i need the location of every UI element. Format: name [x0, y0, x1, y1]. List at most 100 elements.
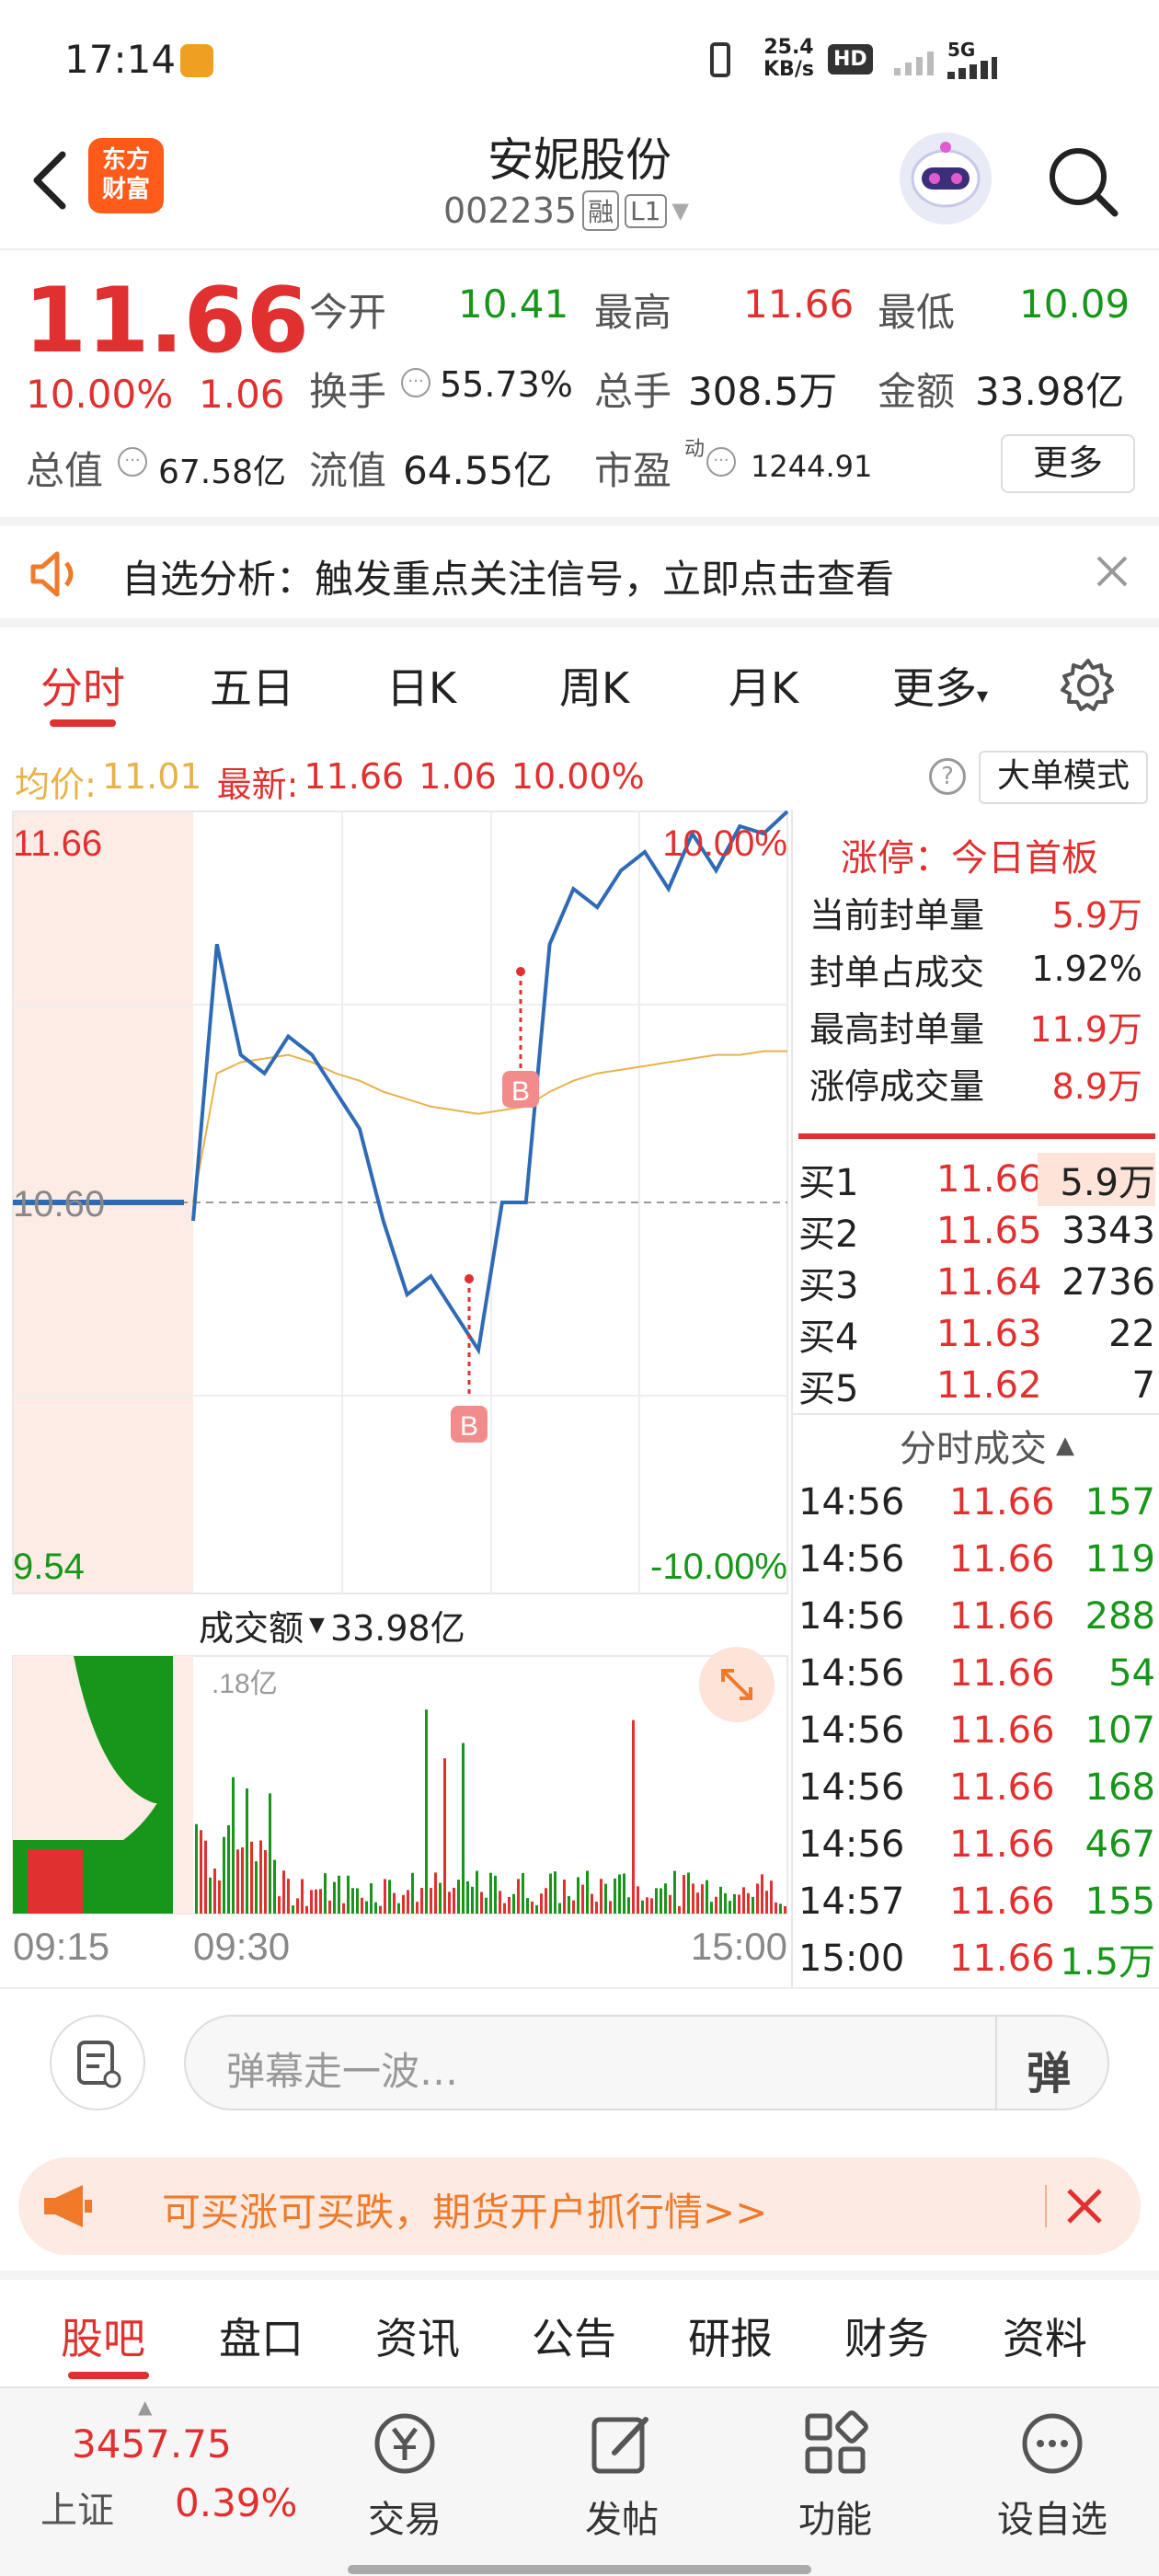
tab-research[interactable]: 研报 — [688, 2306, 773, 2366]
latest-value: 11.66 — [304, 756, 405, 797]
post-button[interactable]: 发帖 — [576, 2407, 668, 2563]
volume-bar — [273, 1859, 276, 1914]
caret-up-icon: ▲ — [1056, 1432, 1074, 1459]
tab-forum[interactable]: 股吧 — [61, 2306, 145, 2366]
help-icon[interactable]: ? — [929, 758, 966, 795]
close-icon[interactable] — [1089, 548, 1135, 594]
volume-bar — [522, 1872, 524, 1914]
low-value: 10.09 — [1019, 282, 1130, 327]
y-axis-top-label: 11.66 — [13, 823, 102, 864]
tab-intraday[interactable]: 分时 — [40, 655, 125, 716]
tab-announcements[interactable]: 公告 — [532, 2306, 616, 2366]
x-axis-start-label: 09:15 — [13, 1925, 109, 1968]
tab-news[interactable]: 资讯 — [375, 2306, 460, 2366]
chart-info-bar: 均价: 11.01 最新: 11.66 1.06 10.00% ? 大单模式 — [0, 743, 1159, 810]
big-order-mode-button[interactable]: 大单模式 — [979, 751, 1148, 804]
index-value[interactable]: 3457.75 — [72, 2421, 232, 2467]
limit-up-stats: 当前封单量 5.9万 封单占成交 1.92% 最高封单量 11.9万 涨停成交量 8.9… — [800, 883, 1152, 1111]
market-cap-value: 67.58亿 — [158, 454, 287, 491]
volume-total: 33.98亿 — [329, 1607, 465, 1649]
back-icon[interactable] — [22, 144, 77, 217]
ticks-header[interactable]: 分时成交 ▲ — [900, 1419, 1074, 1472]
volume-bar — [416, 1902, 419, 1914]
volume-bar — [347, 1875, 350, 1914]
app-logo[interactable]: 东方 财富 — [88, 138, 164, 213]
danmu-toggle-button[interactable]: 弹 — [1027, 2037, 1071, 2101]
intraday-chart[interactable]: B B 11.66 10.60 9.54 10.00% -10.00% .18亿… — [0, 810, 791, 1987]
search-icon[interactable] — [1041, 140, 1124, 223]
tab-finance[interactable]: 财务 — [844, 2306, 929, 2366]
turnover-value: 55.73% — [440, 364, 573, 405]
more-dots-icon[interactable]: ··· — [706, 447, 736, 477]
more-dots-icon[interactable]: ··· — [401, 368, 430, 397]
volume-bar — [200, 1830, 202, 1914]
x-axis-end-label: 15:00 — [691, 1925, 787, 1968]
vibrate-icon — [710, 42, 730, 77]
volume-bar — [724, 1892, 727, 1914]
volume-bar — [236, 1849, 239, 1914]
volume-bar — [315, 1889, 317, 1914]
tab-more[interactable]: 更多▾ — [892, 655, 988, 716]
buy-marker[interactable]: B — [502, 967, 539, 1108]
close-icon[interactable] — [1060, 2181, 1109, 2231]
volume-bar — [411, 1872, 414, 1914]
change-percent: 10.00% — [26, 372, 174, 417]
latest-percent: 10.00% — [511, 756, 645, 797]
volume-bar — [448, 1892, 451, 1914]
tab-monthly-k[interactable]: 月K — [729, 655, 798, 716]
volume-bar — [738, 1894, 740, 1914]
app-notification-icon — [180, 44, 213, 77]
tab-daily-k[interactable]: 日K — [386, 655, 456, 716]
volume-bar — [255, 1861, 258, 1914]
caret-down-icon: ▾ — [977, 683, 989, 708]
volume-bar — [209, 1877, 212, 1914]
tab-weekly-k[interactable]: 周K — [559, 655, 629, 716]
volume-bar — [384, 1879, 386, 1914]
volume-bar — [549, 1873, 552, 1914]
level-tag: L1 — [625, 193, 667, 228]
volume-bar — [305, 1905, 308, 1914]
tick-row: 14:56 11.66 119 — [798, 1538, 1155, 1581]
assistant-avatar[interactable] — [900, 132, 992, 224]
trade-button[interactable]: 交易 — [359, 2407, 451, 2563]
order-book-row: 买4 11.63 22 — [798, 1313, 1155, 1359]
y-axis-prev-close-label: 10.60 — [13, 1184, 105, 1225]
settings-gear-icon[interactable] — [1058, 655, 1119, 716]
analysis-notice[interactable]: 自选分析：触发重点关注信号，立即点击查看 — [0, 517, 1159, 627]
float-cap-label: 流值 — [309, 448, 387, 493]
open-label: 今开 — [309, 290, 387, 335]
more-button[interactable]: 更多 — [1001, 434, 1135, 493]
volume-selector[interactable]: 成交额 ▼ 33.98亿 — [193, 1597, 471, 1652]
volume-bar — [333, 1881, 336, 1914]
volume-bar — [499, 1891, 501, 1914]
buy-marker[interactable]: B — [451, 1274, 488, 1443]
volume-bar — [443, 1758, 446, 1914]
more-dots-icon[interactable]: ··· — [118, 447, 147, 477]
expand-icon[interactable] — [699, 1647, 775, 1722]
stock-code-row[interactable]: 002235 融 L1 ▼ — [443, 188, 689, 234]
add-watchlist-button[interactable]: 设自选 — [988, 2407, 1117, 2563]
change-amount: 1.06 — [199, 372, 285, 417]
volume-bar — [425, 1709, 428, 1914]
limit-stat-row: 封单占成交 1.92% — [809, 949, 1142, 993]
tick-row: 14:56 11.66 467 — [798, 1823, 1155, 1866]
functions-button[interactable]: 功能 — [789, 2407, 881, 2563]
tab-5day[interactable]: 五日 — [210, 655, 294, 716]
caret-up-icon: ▲ — [138, 2396, 153, 2418]
danmu-input[interactable]: 弹幕走一波… 弹 — [184, 2015, 1109, 2110]
intraday-chart-svg[interactable]: B B 11.66 10.60 9.54 10.00% -10.00% .18亿… — [0, 810, 791, 1987]
volume-bar — [324, 1873, 327, 1914]
tab-handicap[interactable]: 盘口 — [219, 2306, 304, 2366]
volume-bar — [540, 1893, 543, 1914]
volume-bar — [319, 1889, 322, 1914]
more-icon — [1022, 2413, 1083, 2474]
danmu-settings-icon[interactable] — [50, 2015, 145, 2110]
add-watchlist-label: 设自选 — [997, 2499, 1107, 2541]
volume-bar — [669, 1894, 671, 1914]
futures-ad-banner[interactable]: 可买涨可买跌，期货开户抓行情>> — [18, 2157, 1141, 2255]
tick-row: 14:56 11.66 54 — [798, 1652, 1155, 1695]
tab-profile[interactable]: 资料 — [1003, 2306, 1087, 2366]
marker-label: B — [460, 1411, 478, 1442]
content-tabs: 股吧 盘口 资讯 公告 研报 财务 资料 — [0, 2271, 1159, 2386]
volume-bars — [195, 1709, 786, 1914]
